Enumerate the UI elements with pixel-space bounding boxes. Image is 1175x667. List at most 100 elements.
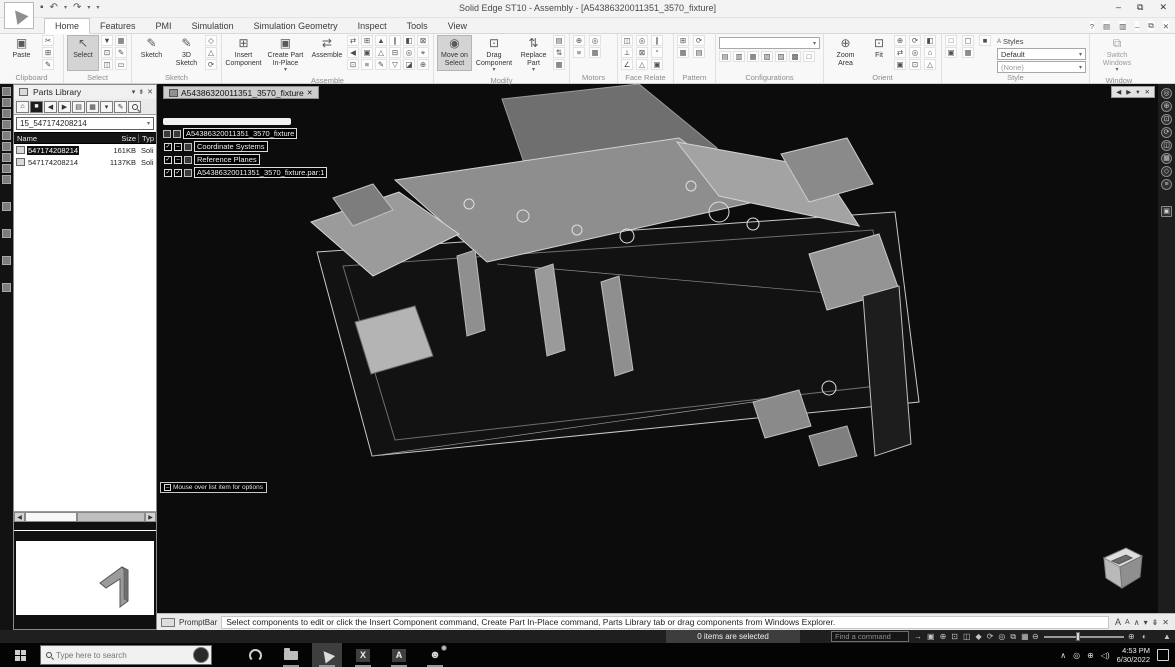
view-style-cube-icon[interactable]: ▢ <box>962 35 974 46</box>
folder-combobox[interactable]: 15_547174208214▾ <box>16 117 154 130</box>
clipboard-tool-icon[interactable]: ⊞ <box>42 47 54 58</box>
select-button[interactable]: ↖Select <box>67 35 99 71</box>
dock-tab-icon[interactable] <box>2 202 11 211</box>
dock-tab-icon[interactable] <box>2 283 11 292</box>
doc-window-control-icon[interactable]: ✕ <box>1163 21 1169 31</box>
relate-tool-icon[interactable]: ✎ <box>375 59 387 70</box>
undo-button[interactable]: ↶ <box>50 2 58 13</box>
relate-tool-icon[interactable]: ⊞ <box>361 35 373 46</box>
redo-caret-icon[interactable]: ▾ <box>87 4 90 11</box>
doc-window-control-icon[interactable]: ▥ <box>1119 21 1126 31</box>
find-command-input[interactable] <box>831 631 909 642</box>
select-tool-icon[interactable]: ⊡ <box>101 47 113 58</box>
document-tab-close-icon[interactable]: ✕ <box>307 89 313 97</box>
pattern-tool-icon[interactable]: ⟳ <box>693 35 705 46</box>
taskbar-search[interactable] <box>40 645 212 665</box>
radial-tool-icon[interactable]: ⟳ <box>1161 127 1172 138</box>
zoom-in-icon[interactable]: ⊕ <box>1128 630 1135 643</box>
dock-tab-icon[interactable] <box>2 120 11 129</box>
column-type[interactable]: Typ <box>138 134 156 143</box>
face-relate-tool-icon[interactable]: ◎ <box>636 35 648 46</box>
tab-list-icon[interactable]: ▾ <box>1136 88 1139 96</box>
taskbar-excel-button[interactable]: X <box>348 643 378 667</box>
tab-pmi[interactable]: PMI <box>146 19 182 33</box>
expand-box[interactable]: – <box>174 156 182 164</box>
face-relate-tool-icon[interactable]: ∠ <box>621 59 633 70</box>
panel-pin-icon[interactable]: ⇟ <box>138 88 144 96</box>
tab-simulation[interactable]: Simulation <box>182 19 244 33</box>
zoom-area-button[interactable]: ⊕Zoom Area <box>827 35 864 71</box>
doc-window-control-icon[interactable]: ⧉ <box>1148 21 1153 31</box>
paste-button[interactable]: ▣Paste <box>3 35 40 71</box>
relate-tool-icon[interactable]: ⊟ <box>389 47 401 58</box>
status-tool-icon[interactable]: ⊕ <box>940 632 947 641</box>
pattern-tool-icon[interactable]: ⊞ <box>677 35 689 46</box>
hint-minimize-icon[interactable]: – <box>164 484 171 491</box>
orient-tool-icon[interactable]: ◧ <box>924 35 936 46</box>
clipboard-tool-icon[interactable]: ✂ <box>42 35 54 46</box>
tab-next-icon[interactable]: ▶ <box>1126 88 1131 96</box>
face-relate-tool-icon[interactable]: △ <box>636 59 648 70</box>
tray-app-icon[interactable]: ◎ <box>1073 651 1080 660</box>
tab-prev-icon[interactable]: ◀ <box>1116 88 1121 96</box>
relate-tool-icon[interactable]: ▲ <box>375 35 387 46</box>
face-relate-tool-icon[interactable]: ⊠ <box>636 47 648 58</box>
view-menu-button[interactable]: ▾ <box>100 101 113 113</box>
modify-tool-icon[interactable]: ▤ <box>553 35 565 46</box>
dock-tab-icon[interactable] <box>2 175 11 184</box>
save-button[interactable]: ▪ <box>40 2 44 13</box>
table-row[interactable]: 547174208214 161KB Soli <box>14 144 156 156</box>
scrollbar-thumb[interactable] <box>25 512 77 522</box>
doc-window-control-icon[interactable]: ▤ <box>1103 21 1110 31</box>
scroll-left-icon[interactable]: ◀ <box>14 512 25 522</box>
3d-sketch-button[interactable]: ✎3D Sketch <box>170 35 203 71</box>
view-orientation-cube[interactable] <box>1096 544 1148 592</box>
relate-tool-icon[interactable]: ⌖ <box>417 47 429 58</box>
radial-tool-icon[interactable]: ⊕ <box>1161 101 1172 112</box>
status-tool-icon[interactable]: ◆ <box>976 632 982 641</box>
file-list-area[interactable] <box>14 168 156 511</box>
motor-tool-icon[interactable]: ⊕ <box>573 35 585 46</box>
relate-tool-icon[interactable]: ◧ <box>403 35 415 46</box>
orient-tool-icon[interactable]: ⊕ <box>894 35 906 46</box>
insert-component-button[interactable]: ⊞Insert Component <box>225 35 262 71</box>
radial-tool-icon[interactable]: ▦ <box>1161 153 1172 164</box>
search-button[interactable] <box>128 101 141 113</box>
relate-tool-icon[interactable]: ⊠ <box>417 35 429 46</box>
dock-tab-icon[interactable] <box>2 153 11 162</box>
view-style-cube-icon[interactable]: ■ <box>979 35 991 46</box>
tab-inspect[interactable]: Inspect <box>348 19 397 33</box>
configuration-tool-icon[interactable]: ▥ <box>733 51 745 62</box>
panel-close-icon[interactable]: ✕ <box>147 88 153 96</box>
face-relate-tool-icon[interactable]: ⟂ <box>621 47 633 58</box>
network-icon[interactable]: ⊕ <box>1087 651 1094 660</box>
orient-tool-icon[interactable]: ⌂ <box>924 47 936 58</box>
relate-tool-icon[interactable]: ▽ <box>389 59 401 70</box>
tab-close-icon[interactable]: ✕ <box>1145 88 1150 96</box>
pathfinder-drag-handle[interactable] <box>163 118 291 125</box>
preview-button[interactable]: ✎ <box>114 101 127 113</box>
sketch-tool-icon[interactable]: △ <box>205 47 217 58</box>
orient-tool-icon[interactable]: △ <box>924 59 936 70</box>
customize-qat-button[interactable]: ▾ <box>96 4 99 11</box>
configuration-combobox[interactable]: ▾ <box>719 37 820 49</box>
configuration-tool-icon[interactable]: ▨ <box>775 51 787 62</box>
show-checkbox[interactable]: ✓ <box>164 169 172 177</box>
orient-tool-icon[interactable]: ◎ <box>909 47 921 58</box>
pathfinder-root[interactable]: A54386320011351_3570_fixture <box>163 128 327 139</box>
zoom-slider-thumb[interactable] <box>1076 632 1080 641</box>
move-on-select-button[interactable]: ◉Move on Select <box>437 35 472 71</box>
taskbar-solid-edge-button[interactable] <box>312 643 342 667</box>
zoom-slider-track[interactable] <box>1044 636 1124 638</box>
switch-windows-button[interactable]: ⧉Switch Windows▾ <box>1093 35 1141 76</box>
tab-view[interactable]: View <box>438 19 477 33</box>
pathfinder-item[interactable]: ✓ – Reference Planes <box>164 154 327 165</box>
create-part-in-place-button[interactable]: ▣Create Part In-Place▾ <box>264 35 307 76</box>
motor-tool-icon[interactable]: ◎ <box>589 35 601 46</box>
radial-tool-icon[interactable]: ◎ <box>1161 88 1172 99</box>
relate-tool-icon[interactable]: ≡ <box>361 59 373 70</box>
configuration-tool-icon[interactable]: ▩ <box>789 51 801 62</box>
redo-button[interactable]: ↷ <box>73 2 81 13</box>
dock-tab-icon[interactable] <box>2 164 11 173</box>
forward-button[interactable]: ▶ <box>58 101 71 113</box>
